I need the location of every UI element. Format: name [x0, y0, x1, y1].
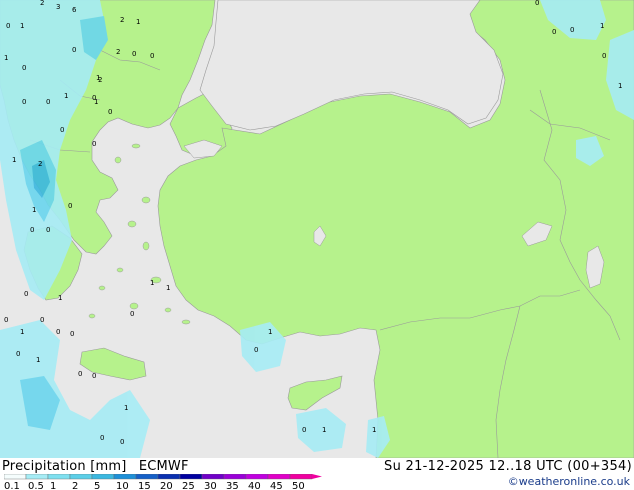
scale-label: 20 [160, 481, 173, 490]
precip-value-label: 1 [124, 404, 128, 412]
precip-value-label: 0 [22, 64, 26, 72]
precip-value-label: 1 [600, 22, 604, 30]
scale-swatch [135, 474, 159, 480]
precip-value-label: 0 [100, 434, 104, 442]
precip-value-label: 1 [20, 22, 24, 30]
precip-value-label: 1 [32, 206, 36, 214]
precip-value-label: 6 [72, 6, 77, 14]
scale-label: 45 [270, 481, 283, 490]
scale-label: 5 [94, 481, 100, 490]
precip-value-label: 2 [38, 160, 42, 168]
precip-value-label: 1 [12, 156, 16, 164]
precipitation-map: 2 3 612 1001022 010 0102100001011100 01 0 0010 01… [0, 0, 634, 458]
credit-link[interactable]: ©weatheronline.co.uk [508, 475, 630, 488]
scale-label: 0.1 [4, 481, 20, 490]
precip-value-label: 2 [116, 48, 120, 56]
precip-value-label: 0 [535, 0, 539, 7]
precip-value-label: 1 [618, 82, 622, 90]
precip-value-label: 0 [70, 330, 74, 338]
precip-value-label: 1 [322, 426, 326, 434]
precip-value-label: 1 [96, 74, 100, 82]
scale-swatch [47, 474, 71, 480]
precip-value-label: 0 [150, 52, 154, 60]
map-title: Precipitation [mm] ECMWF [2, 459, 197, 474]
run-info: Su 21-12-2025 12..18 UTC (00+354) [384, 459, 632, 474]
precip-value-label: 1 [94, 98, 98, 106]
scale-label: 35 [226, 481, 239, 490]
precip-value-label: 0 [130, 310, 134, 318]
precip-value-label: 0 [56, 328, 60, 336]
scale-arrow [312, 474, 322, 479]
scale-swatch [113, 474, 137, 480]
precip-value-label: 0 [68, 202, 72, 210]
model-name: ECMWF [138, 459, 189, 474]
scale-swatch [179, 474, 203, 480]
scale-swatch [223, 474, 247, 480]
scale-swatch [245, 474, 269, 480]
scale-label: 1 [50, 481, 56, 490]
precip-value-label: 1 [372, 426, 376, 434]
product-title: Precipitation [mm] [2, 459, 127, 474]
precip-value-label: 2 [120, 16, 124, 24]
precip-value-label: 0 [22, 98, 26, 106]
scale-swatch [4, 474, 27, 480]
scale-swatch [91, 474, 115, 480]
scale-label: 2 [72, 481, 78, 490]
precip-value-label: 1 [268, 328, 272, 336]
precip-value-label: 0 [602, 52, 606, 60]
precip-value-label: 0 [6, 22, 10, 30]
scale-swatch [289, 474, 313, 480]
precip-value-label: 1 [58, 294, 62, 302]
precip-value-label: 0 [4, 316, 8, 324]
precip-value-label: 0 [40, 316, 44, 324]
precip-value-label: 1 [36, 356, 40, 364]
scale-label: 50 [292, 481, 305, 490]
precip-value-label: 1 [4, 54, 8, 62]
precip-value-label: 0 [108, 108, 112, 116]
precip-value-label: 0 [254, 346, 258, 354]
precip-value-label: 0 [120, 438, 124, 446]
precip-value-label: 0 [92, 140, 96, 148]
precip-value-label: 0 [24, 290, 28, 298]
precip-value-label: 3 [56, 3, 60, 11]
scale-label: 30 [204, 481, 217, 490]
precip-value-label: 1 [150, 279, 154, 287]
precip-value-label: 1 [64, 92, 68, 100]
precip-value-label: 0 [132, 50, 136, 58]
precip-value-label: 0 [78, 370, 82, 378]
precip-value-label: 0 [60, 126, 64, 134]
scale-label: 40 [248, 481, 261, 490]
precip-value-label: 0 [46, 98, 50, 106]
scale-swatch [157, 474, 181, 480]
precip-value-label: 2 [40, 0, 44, 7]
precip-value-label: 0 [30, 226, 34, 234]
precip-value-label: 0 [552, 28, 556, 36]
precip-value-label: 0 [16, 350, 20, 358]
precip-value-label: 1 [20, 328, 24, 336]
scale-label: 25 [182, 481, 195, 490]
scale-swatch [267, 474, 291, 480]
precip-value-label: 1 [166, 284, 170, 292]
scale-label: 10 [116, 481, 129, 490]
precip-value-label: 0 [46, 226, 50, 234]
precip-value-label: 1 [136, 18, 140, 26]
precip-value-label: 0 [302, 426, 306, 434]
scale-label: 0.5 [28, 481, 44, 490]
precip-value-label: 0 [72, 46, 76, 54]
map-footer: Precipitation [mm] ECMWF Su 21-12-2025 1… [0, 458, 634, 490]
color-scale: 0.1 0.5 1 2 5 10 15 20 25 30 35 40 45 50 [4, 474, 322, 490]
scale-swatch [69, 474, 93, 480]
precip-value-label: 0 [92, 372, 96, 380]
scale-label: 15 [138, 481, 151, 490]
scale-swatch [25, 474, 49, 480]
precip-value-label: 0 [570, 26, 574, 34]
scale-swatch [201, 474, 225, 480]
